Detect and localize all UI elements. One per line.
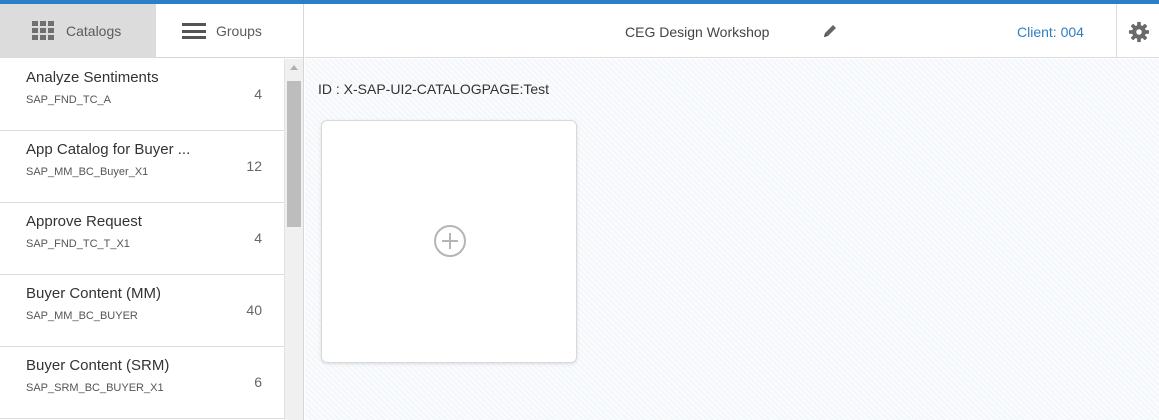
catalog-item-buyer-content-mm[interactable]: Buyer Content (MM) SAP_MM_BC_BUYER 40	[0, 275, 284, 347]
catalog-item-app-catalog-buyer[interactable]: App Catalog for Buyer ... SAP_MM_BC_Buye…	[0, 131, 284, 203]
catalog-count: 4	[254, 86, 262, 102]
sidebar-scrollbar[interactable]	[284, 59, 303, 420]
client-label[interactable]: Client: 004	[1017, 24, 1084, 40]
page-title: CEG Design Workshop	[625, 24, 770, 40]
catalog-count: 40	[246, 302, 262, 318]
add-tile-button[interactable]	[321, 120, 577, 363]
top-header-bar: CEG Design Workshop Client: 004	[305, 4, 1159, 58]
catalog-count: 6	[254, 374, 262, 390]
tab-catalogs[interactable]: Catalogs	[0, 4, 156, 58]
scroll-up-arrow-icon[interactable]	[290, 65, 298, 70]
catalog-title: Analyze Sentiments	[26, 69, 159, 86]
catalog-title: Buyer Content (SRM)	[26, 357, 170, 374]
header-divider	[1116, 4, 1117, 57]
catalog-count: 12	[246, 158, 262, 174]
plus-circle-icon	[434, 225, 466, 257]
catalog-page-content: ID : X-SAP-UI2-CATALOGPAGE:Test	[305, 59, 1159, 420]
grid-icon	[32, 21, 56, 41]
catalog-id: SAP_MM_BC_Buyer_X1	[26, 166, 149, 178]
scrollbar-thumb[interactable]	[287, 81, 301, 227]
menu-lines-icon	[182, 23, 206, 39]
catalog-page-id: ID : X-SAP-UI2-CATALOGPAGE:Test	[318, 81, 550, 97]
catalog-id: SAP_MM_BC_BUYER	[26, 310, 138, 322]
catalog-item-approve-request[interactable]: Approve Request SAP_FND_TC_T_X1 4	[0, 203, 284, 275]
catalog-list: Analyze Sentiments SAP_FND_TC_A 4 App Ca…	[0, 59, 284, 420]
catalog-sidebar: Catalogs Groups Analyze Sentiments SAP_F…	[0, 4, 304, 420]
catalog-title: Buyer Content (MM)	[26, 285, 162, 302]
catalog-id: SAP_FND_TC_T_X1	[26, 238, 130, 250]
gear-icon[interactable]	[1128, 21, 1150, 43]
catalog-title: Approve Request	[26, 213, 142, 230]
tab-catalogs-label: Catalogs	[66, 23, 122, 39]
sidebar-tabs: Catalogs Groups	[0, 4, 303, 58]
catalog-count: 4	[254, 230, 262, 246]
pencil-icon[interactable]	[821, 22, 839, 40]
catalog-item-analyze-sentiments[interactable]: Analyze Sentiments SAP_FND_TC_A 4	[0, 59, 284, 131]
catalog-id: SAP_FND_TC_A	[26, 94, 111, 106]
catalog-id: SAP_SRM_BC_BUYER_X1	[26, 382, 164, 394]
tab-groups[interactable]: Groups	[156, 4, 303, 58]
catalog-title: App Catalog for Buyer ...	[26, 141, 191, 158]
tab-groups-label: Groups	[216, 23, 262, 39]
catalog-item-buyer-content-srm[interactable]: Buyer Content (SRM) SAP_SRM_BC_BUYER_X1 …	[0, 347, 284, 419]
